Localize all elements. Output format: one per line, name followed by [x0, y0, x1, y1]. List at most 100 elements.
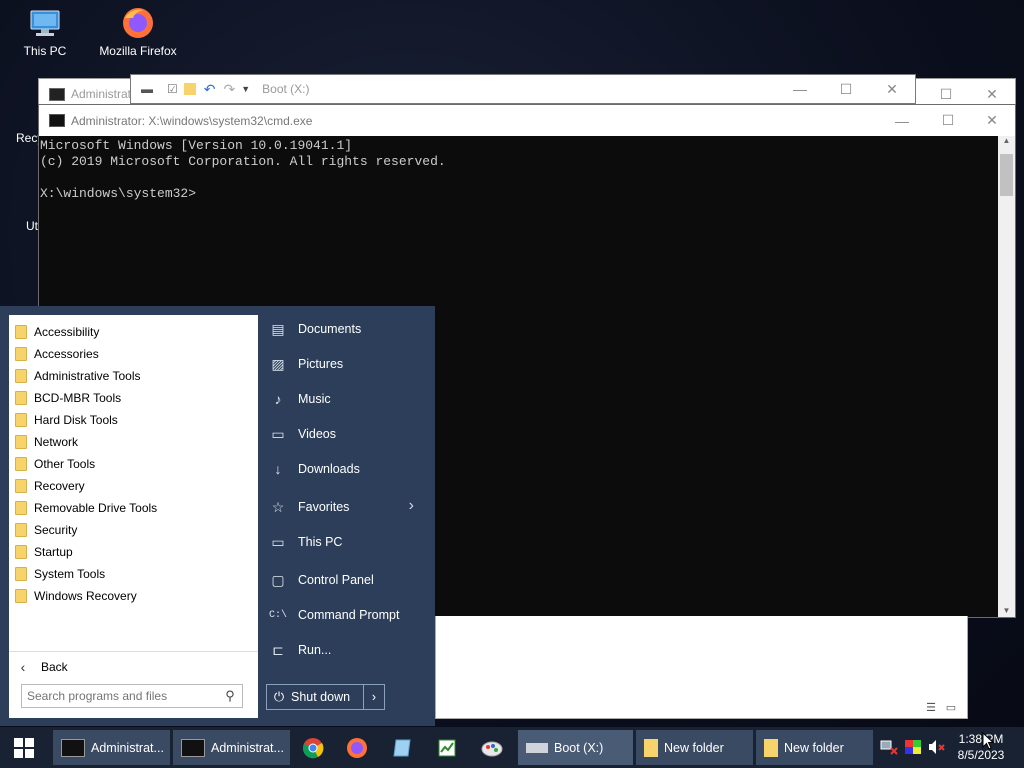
folder-icon	[15, 435, 27, 449]
minimize-button[interactable]: —	[879, 105, 925, 136]
explorer-window[interactable]: ▬ ☑ ↶ ↷ ▼ Boot (X:) — ☐ ✕	[130, 74, 916, 104]
taskbar-button-label: Administrat...	[211, 740, 284, 755]
program-label: BCD-MBR Tools	[34, 391, 122, 405]
desktop-icon-label: Mozilla Firefox	[99, 44, 177, 58]
program-item[interactable]: System Tools	[9, 563, 258, 585]
taskbar-button-cmd[interactable]: Administrat...	[53, 730, 170, 765]
explorer-content-area[interactable]: ☰ ▭	[435, 616, 968, 719]
start-item-command-prompt[interactable]: C:\ Command Prompt	[266, 600, 426, 630]
folder-icon	[764, 738, 778, 757]
cmd-icon	[49, 87, 65, 101]
pinned-notepad[interactable]	[382, 730, 422, 765]
pinned-firefox[interactable]	[337, 730, 377, 765]
console-line: (c) 2019 Microsoft Corporation. All righ…	[40, 154, 446, 169]
program-label: Security	[34, 523, 78, 537]
details-view-icon[interactable]: ☰	[923, 702, 939, 714]
search-box[interactable]: ⚲	[21, 684, 243, 708]
start-item-favorites[interactable]: ☆ Favorites ›	[266, 492, 426, 522]
large-icons-view-icon[interactable]: ▭	[943, 702, 959, 714]
start-item-control-panel[interactable]: ▢ Control Panel	[266, 565, 426, 595]
close-button[interactable]: ✕	[869, 75, 915, 103]
maximize-button[interactable]: ☐	[823, 75, 869, 103]
program-item[interactable]: BCD-MBR Tools	[9, 387, 258, 409]
scrollbar-thumb[interactable]	[1000, 154, 1013, 196]
folder-icon	[15, 391, 27, 405]
shutdown-button[interactable]: ⏻ Shut down ›	[266, 684, 385, 710]
run-icon: ⊏	[272, 641, 284, 658]
start-item-downloads[interactable]: ↓ Downloads	[266, 454, 426, 484]
folder-icon	[644, 738, 658, 757]
search-input[interactable]	[22, 688, 219, 704]
taskbar-button-explorer[interactable]: Boot (X:)	[518, 730, 633, 765]
start-button[interactable]	[0, 727, 48, 768]
start-item-this-pc[interactable]: ▭ This PC	[266, 527, 426, 557]
taskbar-button-cmd[interactable]: Administrat...	[173, 730, 290, 765]
properties-icon[interactable]: ☑	[167, 82, 178, 96]
paint-icon	[481, 741, 503, 756]
network-disconnected-icon[interactable]	[880, 739, 898, 755]
program-item[interactable]: Accessories	[9, 343, 258, 365]
download-icon: ↓	[274, 461, 282, 477]
volume-muted-icon[interactable]	[928, 739, 946, 755]
folder-icon	[15, 413, 27, 427]
clock-date: 8/5/2023	[957, 748, 1005, 762]
minimize-button[interactable]: —	[777, 75, 823, 103]
shutdown-label: Shut down	[291, 690, 351, 704]
scroll-down-arrow[interactable]: ▼	[998, 606, 1015, 615]
computer-icon	[28, 6, 62, 40]
program-item[interactable]: Windows Recovery	[9, 585, 258, 607]
scroll-up-arrow[interactable]: ▲	[998, 136, 1015, 145]
program-item[interactable]: Security	[9, 519, 258, 541]
clock[interactable]: 1:38 PM 8/5/2023	[946, 731, 1016, 763]
star-icon: ☆	[271, 498, 285, 515]
program-item[interactable]: Hard Disk Tools	[9, 409, 258, 431]
close-button[interactable]: ✕	[969, 105, 1015, 136]
program-item[interactable]: Other Tools	[9, 453, 258, 475]
redo-icon[interactable]: ↷	[224, 81, 236, 98]
taskbar-button-folder[interactable]: New folder	[756, 730, 873, 765]
console-line: Microsoft Windows [Version 10.0.19041.1]	[40, 138, 353, 153]
back-label: Back	[41, 660, 68, 674]
taskbar-button-folder[interactable]: New folder	[636, 730, 753, 765]
start-item-videos[interactable]: ▭ Videos	[266, 419, 426, 449]
start-item-pictures[interactable]: ▨ Pictures	[266, 349, 426, 379]
pinned-chrome[interactable]	[293, 730, 333, 765]
cmd-icon	[49, 114, 65, 127]
drive-icon: ▬	[141, 82, 153, 96]
folder-icon	[15, 369, 27, 383]
program-item[interactable]: Removable Drive Tools	[9, 497, 258, 519]
chevron-right-icon[interactable]: ›	[363, 685, 384, 709]
folder-icon	[15, 347, 27, 361]
desktop-icon-this-pc[interactable]: This PC	[0, 6, 90, 58]
program-item[interactable]: Accessibility	[9, 321, 258, 343]
cmd-icon	[181, 738, 205, 757]
folder-icon[interactable]	[183, 83, 196, 95]
maximize-button[interactable]: ☐	[925, 105, 971, 136]
display-settings-icon[interactable]	[904, 739, 922, 755]
programs-pane: Accessibility Accessories Administrative…	[9, 315, 258, 718]
chevron-down-icon[interactable]: ▼	[241, 84, 250, 94]
taskbar-button-label: Administrat...	[91, 740, 164, 755]
program-item[interactable]: Network	[9, 431, 258, 453]
undo-icon[interactable]: ↶	[204, 81, 216, 98]
firefox-icon	[121, 6, 155, 40]
program-item[interactable]: Administrative Tools	[9, 365, 258, 387]
program-item[interactable]: Startup	[9, 541, 258, 563]
desktop-icon-firefox[interactable]: Mozilla Firefox	[93, 6, 183, 58]
start-item-label: Run...	[298, 643, 332, 657]
program-label: Recovery	[34, 479, 85, 493]
start-item-documents[interactable]: ▤ Documents	[266, 314, 426, 344]
video-icon: ▭	[271, 425, 285, 442]
start-item-run[interactable]: ⊏ Run...	[266, 635, 426, 665]
desktop-icon-label: This PC	[23, 44, 67, 58]
pinned-spreadsheet[interactable]	[427, 730, 467, 765]
folder-icon	[15, 457, 27, 471]
start-item-music[interactable]: ♪ Music	[266, 384, 426, 414]
pinned-paint[interactable]	[472, 730, 512, 765]
program-item[interactable]: Recovery	[9, 475, 258, 497]
back-button[interactable]: ‹ Back	[9, 651, 258, 682]
search-icon[interactable]: ⚲	[218, 688, 242, 704]
vertical-scrollbar[interactable]: ▲ ▼	[998, 136, 1015, 617]
notepad-icon	[393, 739, 411, 756]
program-label: Other Tools	[34, 457, 96, 471]
